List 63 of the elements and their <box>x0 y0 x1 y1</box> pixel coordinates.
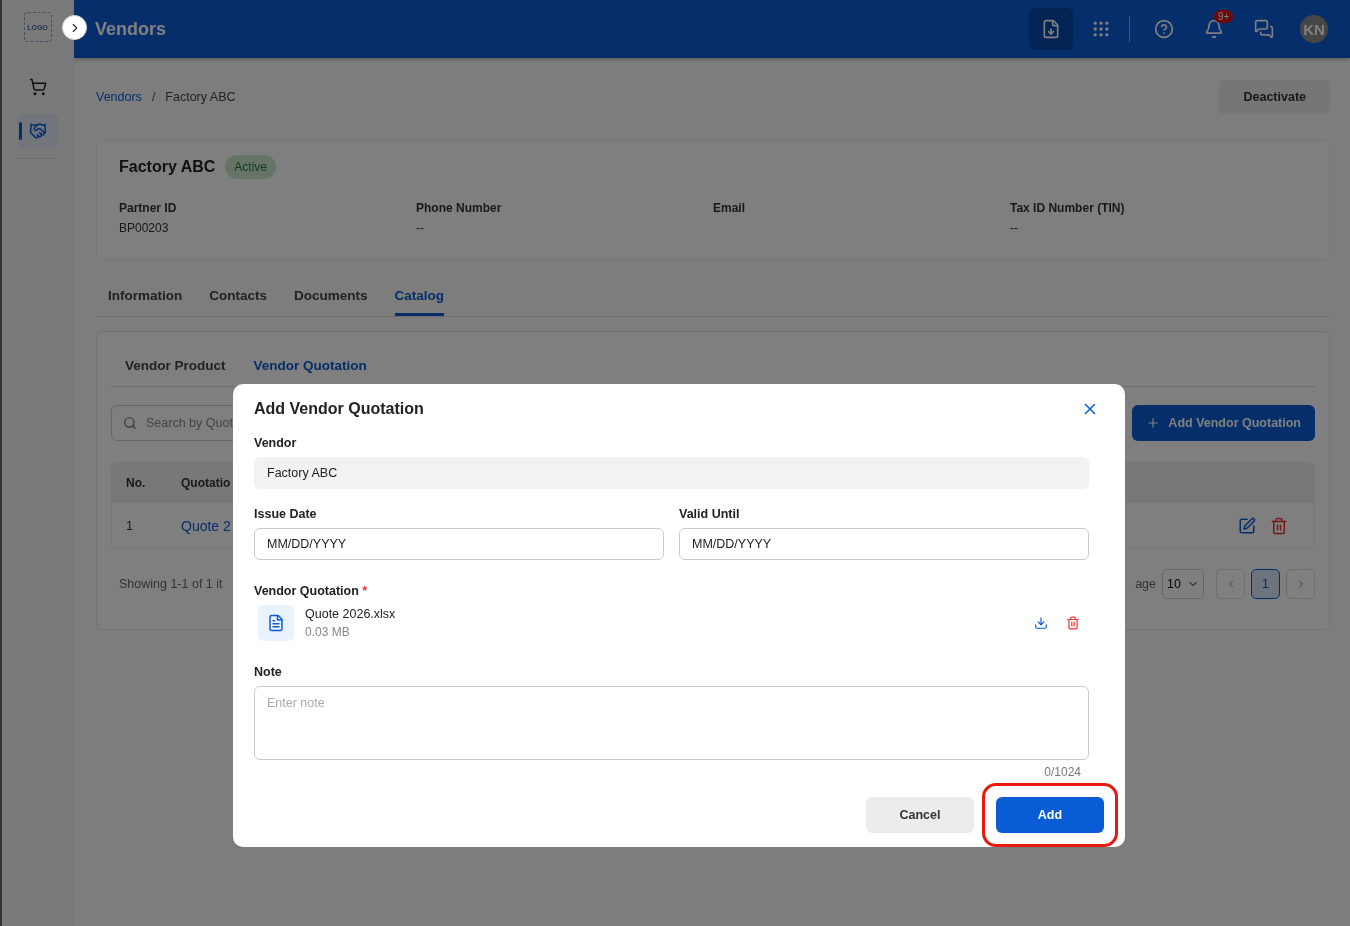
per-page-select[interactable]: 10 <box>1162 569 1204 599</box>
subtab[interactable]: Vendor Product <box>125 350 226 386</box>
field-value: BP00203 <box>119 221 170 235</box>
grid-icon <box>1091 19 1111 39</box>
field-label: Tax ID Number (TIN) <box>1010 201 1126 215</box>
file-download-button[interactable] <box>1029 8 1073 50</box>
table-cell-text: 1 <box>126 518 134 533</box>
download-icon <box>1034 616 1048 630</box>
handshake-icon <box>28 122 47 140</box>
showing-count: Showing 1-1 of 1 it <box>119 577 223 591</box>
field-label: Valid Until <box>679 507 741 521</box>
breadcrumb-separator: / <box>151 90 156 104</box>
character-counter: 0/1024 <box>1044 765 1081 779</box>
tab[interactable]: Documents <box>294 284 368 316</box>
field-label: Issue Date <box>254 507 318 521</box>
cart-icon <box>28 78 47 96</box>
modal-title: Add Vendor Quotation <box>254 400 424 418</box>
date-field[interactable]: MM/DD/YYYY <box>679 528 1089 560</box>
notification-badge: 9+ <box>1214 10 1234 23</box>
plus-icon <box>1146 416 1161 430</box>
note-field[interactable]: Enter note <box>254 686 1089 760</box>
date-field[interactable]: MM/DD/YYYY <box>254 528 664 560</box>
field-value: -- <box>416 221 425 235</box>
field-value: -- <box>1010 221 1019 235</box>
per-page-label: age <box>1135 577 1156 591</box>
status-badge: Active <box>225 155 276 179</box>
page-button[interactable]: 1 <box>1251 569 1280 599</box>
field-label: Partner ID <box>119 201 178 215</box>
field-label: Vendor <box>254 436 298 450</box>
delete-button[interactable] <box>1066 616 1080 630</box>
field-label: Email <box>713 201 746 215</box>
add-button[interactable]: Add <box>996 797 1104 833</box>
trash-icon <box>1270 516 1288 535</box>
edit-button[interactable] <box>1238 516 1256 535</box>
column-header: No. <box>126 476 147 490</box>
breadcrumb-link[interactable]: Vendors <box>96 90 142 104</box>
column-header: Quotatio <box>181 476 232 490</box>
page-title: Vendors <box>95 18 168 40</box>
bell-icon <box>1204 19 1224 39</box>
tab[interactable]: Catalog <box>394 284 445 316</box>
edit-icon <box>1238 516 1256 535</box>
deactivate-button[interactable]: Deactivate <box>1219 80 1330 114</box>
field-label: Phone Number <box>416 201 503 215</box>
file-name: Quote 2026.xlsx <box>305 607 396 621</box>
sidebar-item[interactable] <box>16 114 59 148</box>
breadcrumb-current: Factory ABC <box>165 90 236 104</box>
tab[interactable]: Contacts <box>209 284 267 316</box>
file-size: 0.03 MB <box>305 625 351 639</box>
notifications-button[interactable]: 9+ <box>1192 8 1236 50</box>
field-label: Note <box>254 665 283 679</box>
vendor-name: Factory ABC <box>119 158 216 176</box>
file-download-icon <box>1041 19 1061 39</box>
help-icon <box>1154 19 1174 39</box>
chat-icon <box>1254 19 1274 39</box>
tab[interactable]: Information <box>108 284 183 316</box>
document-icon <box>258 605 294 641</box>
cancel-button[interactable]: Cancel <box>866 797 974 833</box>
delete-button[interactable] <box>1270 516 1288 535</box>
trash-icon <box>1066 616 1080 630</box>
download-button[interactable] <box>1034 616 1048 630</box>
required-mark: * <box>362 584 368 598</box>
label-text: Vendor Quotation <box>254 584 359 598</box>
add-vendor-quotation-button[interactable]: Add Vendor Quotation <box>1132 405 1315 441</box>
